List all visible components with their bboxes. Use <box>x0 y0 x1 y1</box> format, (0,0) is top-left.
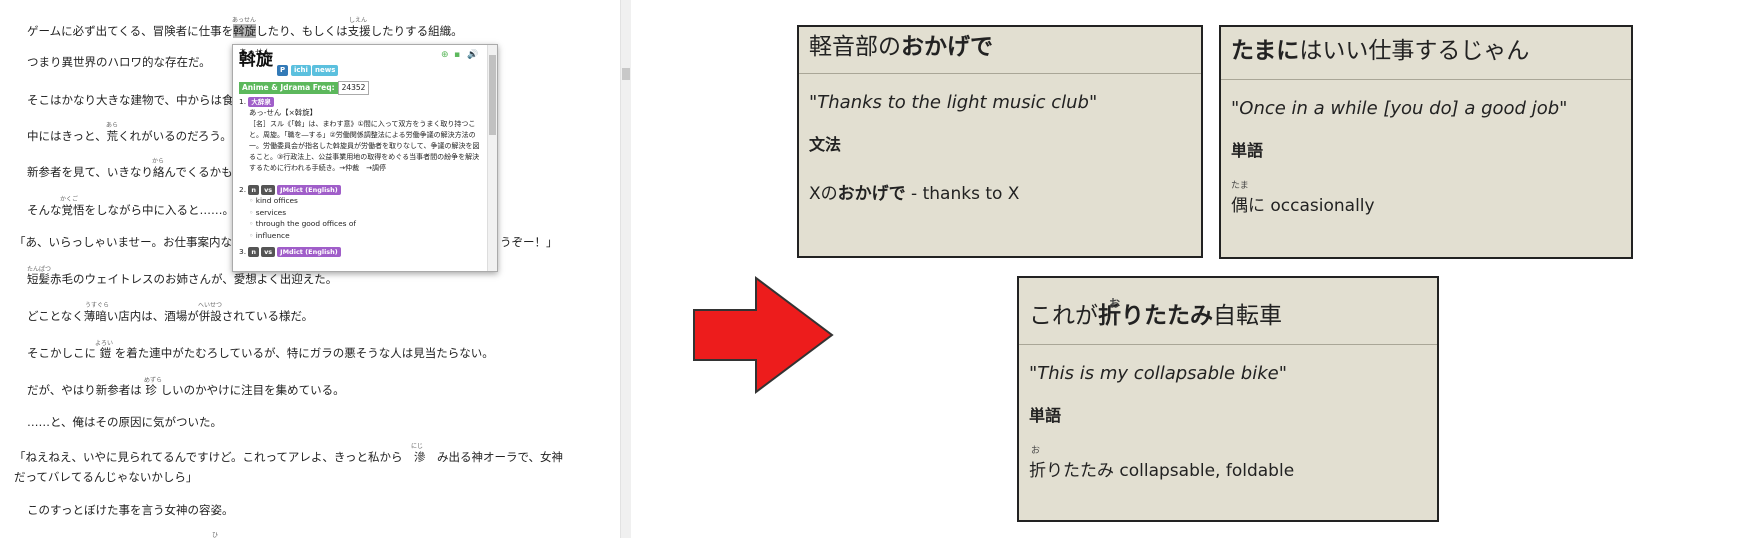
definition-1: 1. 大辞泉 あっ‐せん【×斡旋】 ［名］スル《「斡」は、まわす意》①間に入って… <box>239 96 483 174</box>
tag-news: news <box>312 65 339 76</box>
reader-line[interactable]: このすっとぼけた事を言う女神の容姿。 <box>27 503 234 517</box>
flashcard-tamani[interactable]: たまにはいい仕事するじゃん "Once in a while [you do] … <box>1219 25 1633 259</box>
card-furigana: たま <box>1231 181 1249 191</box>
card-front: 軽音部のおかげで <box>809 34 993 60</box>
def-number: 2. <box>239 185 247 194</box>
reader-line[interactable]: 短髪赤毛のウェイトレスのお姉さんが、愛想よく出迎えた。 <box>27 272 337 286</box>
tag-ichi: ichi <box>291 65 311 76</box>
furigana: ひ <box>212 532 219 538</box>
tag-p: P <box>277 65 289 76</box>
reader-line[interactable]: そこはかなり大きな建物で、中からは食 <box>27 93 234 107</box>
furigana: うすぐら <box>85 302 110 309</box>
popup-headword: 斡旋 <box>239 50 273 70</box>
card-divider <box>1019 344 1437 345</box>
reader-line[interactable]: 新参者を見て、いきなり絡んでくるかも <box>27 165 233 179</box>
dict-tag: JMdict (English) <box>277 247 341 257</box>
definition-3: 3. n vs JMdict (English) <box>239 246 483 257</box>
furigana: へいせつ <box>198 302 223 309</box>
card-furigana: お <box>1031 446 1041 456</box>
reader-line[interactable]: だが、やはり新参者は 珍 しいのかやけに注目を集めている。 <box>27 383 345 397</box>
furigana: あら <box>106 122 119 129</box>
reader-pane: ゲームに必ず出てくる、冒険者に仕事を斡旋したり、もしくは支援したりする組織。 あ… <box>0 0 620 538</box>
flashcard-okagede[interactable]: 軽音部のおかげで "Thanks to the light music club… <box>797 25 1203 258</box>
reader-line[interactable]: そんな覚悟をしながら中に入ると……。 <box>27 203 234 217</box>
pos-tag: vs <box>261 247 276 257</box>
furigana: にじ <box>411 443 424 450</box>
furigana: から <box>152 158 165 165</box>
gloss-item: ◦ services <box>249 207 287 217</box>
card-body: たま 偶に occasionally <box>1231 181 1621 216</box>
reader-scrollbar[interactable] <box>620 0 631 538</box>
reader-line[interactable]: 「ねえねえ、いやに見られてるんですけど。これってアレよ、きっと私から 滲 み出る… <box>14 450 563 464</box>
furigana: かくご <box>60 196 79 203</box>
card-front: たまにはいい仕事するじゃん <box>1231 38 1530 64</box>
reader-line[interactable]: 「あ、いらっしゃいませー。お仕事案内な <box>14 235 232 249</box>
card-divider <box>1221 79 1631 80</box>
selected-word[interactable]: 斡旋 <box>233 24 257 38</box>
gloss-item: ◦ through the good offices of <box>249 219 356 229</box>
reader-line[interactable]: うぞー！」 <box>500 235 558 249</box>
card-english: "This is my collapsable bike" <box>1029 363 1287 384</box>
frequency-label: Anime & Jdrama Freq: <box>239 82 338 94</box>
dict-tag: JMdict (English) <box>277 185 341 195</box>
card-section-label: 文法 <box>809 135 842 154</box>
frequency-row: Anime & Jdrama Freq: 24352 <box>239 81 370 95</box>
view-note-icon[interactable]: ▪ <box>454 50 460 62</box>
card-section-label: 単語 <box>1231 141 1264 160</box>
flashcard-oritatami[interactable]: お これが折りたたみ自転車 "This is my collapsable bi… <box>1017 276 1439 522</box>
reader-line[interactable]: どことなく薄暗い店内は、酒場が併設されている様だ。 <box>27 309 313 323</box>
card-body: Xのおかげで - thanks to X <box>809 184 1020 204</box>
right-arrow-icon <box>693 276 834 394</box>
frequency-value: 24352 <box>337 81 370 95</box>
dictionary-popup[interactable]: あっせん 斡旋 P ichi news ⊕ ▪ 🔊 Anime & Jdrama… <box>232 44 498 272</box>
popup-scrollbar[interactable] <box>487 45 497 271</box>
card-section-label: 単語 <box>1029 406 1062 425</box>
card-english: "Once in a while [you do] a good job" <box>1231 98 1568 119</box>
popup-scroll-thumb[interactable] <box>489 55 496 135</box>
def-number: 1. <box>239 97 247 106</box>
furigana: あっせん <box>232 17 257 24</box>
card-furigana: お <box>1109 297 1120 310</box>
reader-line[interactable]: つまり異世界のハロワ的な存在だ。 <box>27 55 211 69</box>
gloss-item: ◦ kind offices <box>249 196 298 206</box>
reader-line[interactable]: ……と、俺はその原因に気がついた。 <box>27 415 222 429</box>
furigana: しえん <box>349 17 368 24</box>
pos-tag: vs <box>261 185 276 195</box>
reader-line[interactable]: そこかしこに 鎧 を着た連中がたむろしているが、特にガラの悪そうな人は見当たらな… <box>27 346 494 360</box>
add-note-icon[interactable]: ⊕ <box>441 50 449 62</box>
pos-tag: n <box>248 247 260 257</box>
reader-line[interactable]: ゲームに必ず出てくる、冒険者に仕事を斡旋したり、もしくは支援したりする組織。 <box>27 24 463 38</box>
definition-2: 2. n vs JMdict (English) ◦ kind offices ◦ … <box>239 184 483 241</box>
dict-tag: 大辞泉 <box>248 97 274 107</box>
audio-icon[interactable]: 🔊 <box>467 50 478 62</box>
card-front: お これが折りたたみ自転車 <box>1029 297 1427 330</box>
reader-line[interactable]: 中にはきっと、荒くれがいるのだろう。 <box>27 129 232 143</box>
scroll-thumb[interactable] <box>622 68 630 80</box>
card-divider <box>799 73 1201 74</box>
def-text: ［名］スル《「斡」は、まわす意》①間に入って双方をうまく取り持つこと。周旋。「職… <box>249 119 480 172</box>
def-head: あっ‐せん【×斡旋】 <box>249 108 317 118</box>
gloss-item: ◦ influence <box>249 230 290 240</box>
def-number: 3. <box>239 247 247 256</box>
card-body: お 折りたたみ collapsable, foldable <box>1029 446 1427 481</box>
reader-line[interactable]: だってバレてるんじゃないかしら」 <box>14 470 197 484</box>
card-english: "Thanks to the light music club" <box>809 92 1098 113</box>
pos-tag: n <box>248 185 260 195</box>
